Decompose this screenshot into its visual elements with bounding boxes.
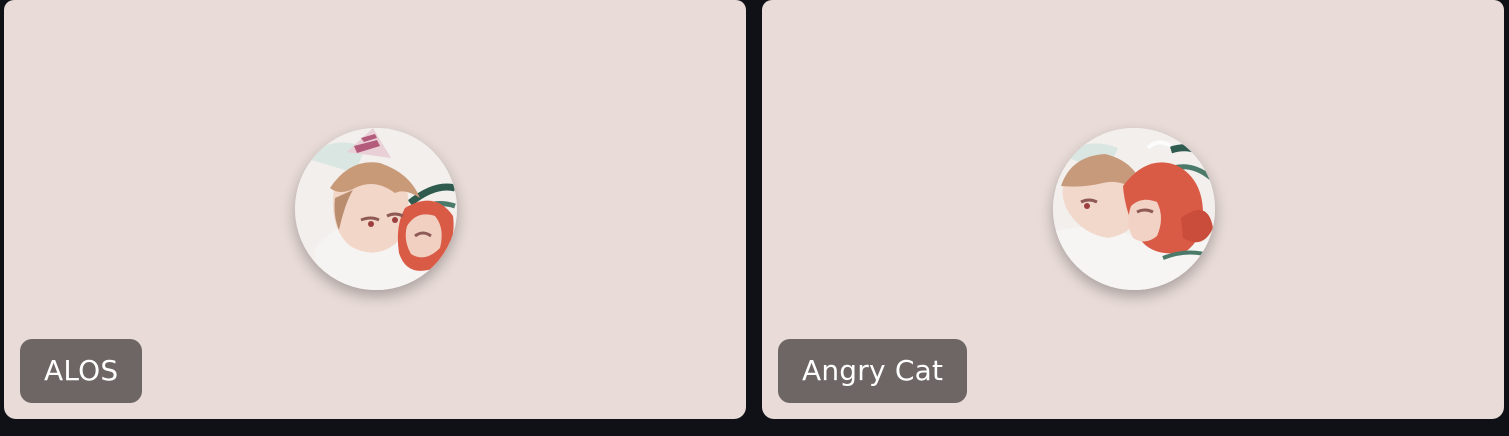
participant-grid: ALOS Angry Cat [4,0,1505,419]
avatar-image [295,128,457,290]
avatar [1053,128,1215,290]
name-badge: Angry Cat [778,339,968,403]
participant-tile-angry-cat[interactable]: Angry Cat [762,0,1504,419]
name-badge: ALOS [20,339,143,403]
avatar [295,128,457,290]
avatar-image [1053,128,1215,290]
participant-tile-alos[interactable]: ALOS [4,0,746,419]
